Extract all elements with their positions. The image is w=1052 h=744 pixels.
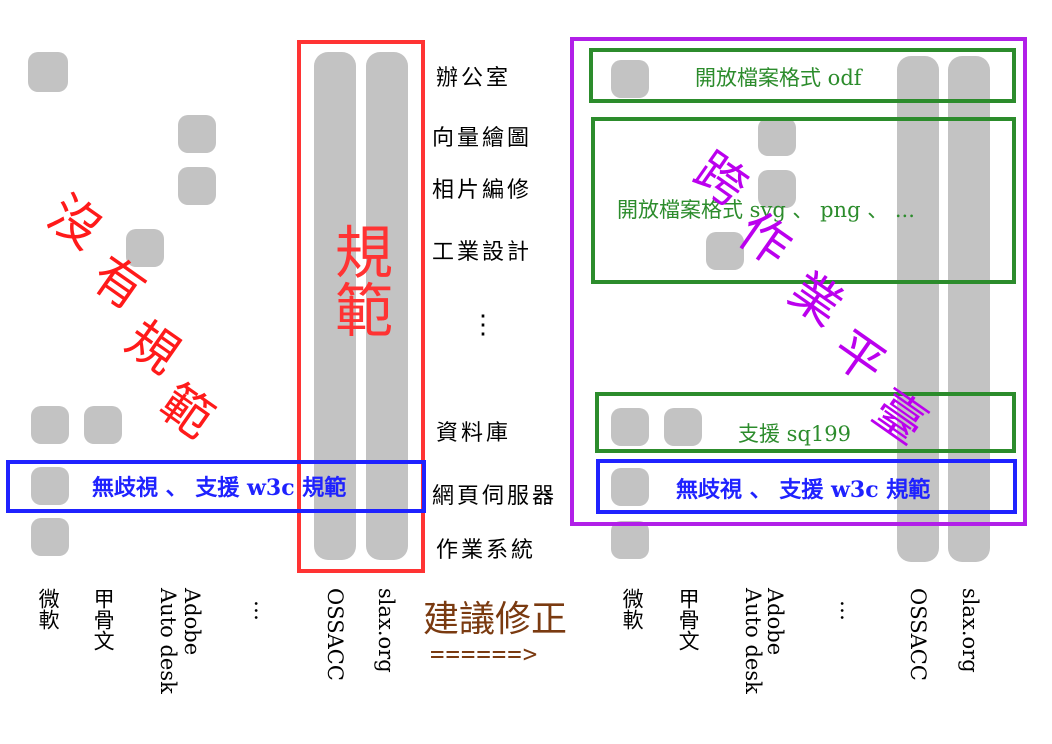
cell-oracle-db — [84, 406, 122, 444]
w3c-label-right: 無歧視 、 支援 w3c 規範 — [676, 477, 931, 503]
category-database: 資料庫 — [436, 421, 512, 446]
cell-r-microsoft-os — [611, 521, 649, 559]
vendor-right-ossacc: OSSACC — [906, 588, 931, 681]
suggest-arrow: ======> — [430, 640, 539, 668]
category-photo: 相片編修 — [432, 178, 533, 203]
vendor-left-adobe: Adobe — [180, 588, 205, 656]
cell-microsoft-os — [31, 518, 69, 556]
category-office: 辦公室 — [436, 66, 512, 91]
vendor-left-ossacc: OSSACC — [323, 588, 348, 681]
cell-microsoft-office — [28, 52, 68, 92]
vendor-left-microsoft: 微軟 — [36, 588, 61, 630]
w3c-label-left: 無歧視 、 支援 w3c 規範 — [92, 475, 347, 501]
suggest-label: 建議修正 — [423, 599, 568, 640]
vendor-right-slax: slax.org — [958, 588, 983, 673]
vendor-left-ellipsis: … — [250, 600, 275, 621]
category-ellipsis: ⋮ — [470, 310, 499, 340]
vendor-right-microsoft: 微軟 — [620, 588, 645, 630]
sql-label: 支援 sq199 — [738, 422, 851, 446]
vendor-right-ellipsis: … — [836, 600, 861, 621]
category-os: 作業系統 — [436, 538, 537, 563]
cell-oracle-vector — [178, 115, 216, 153]
category-webserver: 網頁伺服器 — [432, 484, 558, 509]
vendor-right-autodesk: Auto desk — [741, 588, 765, 694]
odf-label: 開放檔案格式 odf — [695, 66, 862, 90]
standard-label: 規範 — [325, 222, 393, 338]
cell-microsoft-db — [31, 406, 69, 444]
category-vector: 向量繪圖 — [432, 126, 533, 151]
vendor-left-oracle: 甲骨文 — [91, 588, 116, 651]
no-standard-char-1: 沒 — [37, 184, 112, 261]
vendor-right-oracle: 甲骨文 — [676, 588, 701, 651]
vendor-right-adobe: Adobe — [763, 588, 788, 656]
category-industrial: 工業設計 — [432, 240, 533, 265]
vendor-left-slax: slax.org — [374, 588, 399, 673]
cell-oracle-photo — [178, 167, 216, 205]
vendor-left-autodesk: Auto desk — [156, 588, 180, 694]
